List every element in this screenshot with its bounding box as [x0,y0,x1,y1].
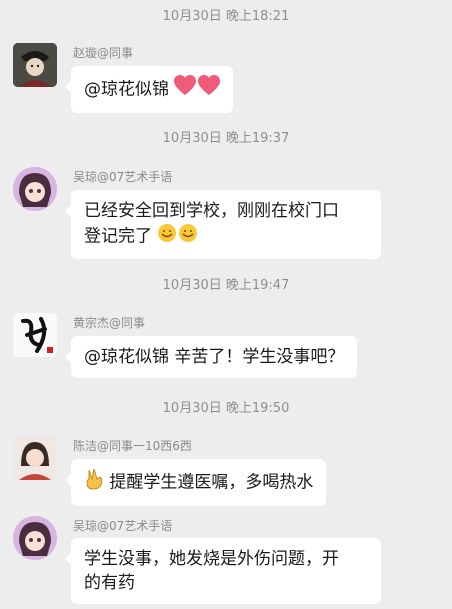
message-bubble[interactable]: 已经安全回到学校，刚刚在校门口 登记完了 [65,190,381,259]
timestamp: 10月30日 晚上18:21 [162,9,290,24]
message-text: 提醒学生遵医嘱，多喝热水 [109,472,314,493]
sender-name: 赵璇@同事 [73,46,134,60]
calligraphy-avatar-icon[interactable] [13,313,57,357]
sender-name: 吴琼@07艺术手语 [73,170,173,184]
victory-hand-icon [84,468,104,497]
message-bubble[interactable]: @琼花似锦 [64,66,234,113]
cartoon-girl-avatar-icon[interactable] [13,167,57,211]
timestamp: 10月30日 晚上19:47 [162,278,290,293]
sender-name: 吴琼@07艺术手语 [73,519,173,533]
two-hearts-icon [174,75,221,104]
costume-figure-avatar-icon[interactable] [13,43,57,87]
woman-photo-avatar-icon[interactable] [13,436,57,480]
message-bubble[interactable]: 提醒学生遵医嘱，多喝热水 [64,459,327,506]
timestamp: 10月30日 晚上19:37 [162,131,290,146]
message-text: 学生没事，她发烧是外伤问题，开 [84,549,339,569]
sender-name: 陈洁@同事一10西6西 [73,439,192,453]
message-text: 的有药 [84,573,135,593]
smiling-face-icon [157,223,199,250]
timestamp: 10月30日 晚上19:50 [162,401,290,416]
message-bubble[interactable]: @琼花似锦 辛苦了！学生没事吧？ [64,336,358,378]
message-text: @琼花似锦 [84,79,169,100]
message-text: 已经安全回到学校，刚刚在校门口 [84,201,339,221]
sender-name: 黄宗杰@同事 [73,316,146,330]
message-bubble[interactable]: 学生没事，她发烧是外伤问题，开 的有药 [65,538,381,604]
message-text: @琼花似锦 辛苦了！学生没事吧？ [84,347,345,367]
message-text: 登记完了 [84,226,152,247]
cartoon-girl-avatar-icon[interactable] [13,516,57,560]
